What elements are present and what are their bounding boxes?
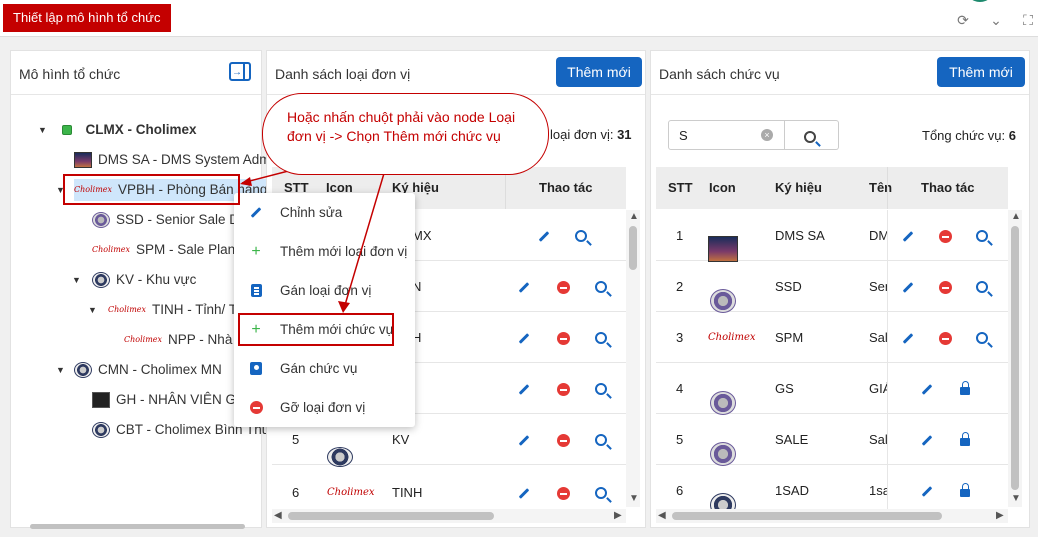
instruction-callout: Hoặc nhấn chuột phải vào node Loại đơn v…	[262, 93, 549, 175]
callout-arrows	[240, 167, 386, 313]
